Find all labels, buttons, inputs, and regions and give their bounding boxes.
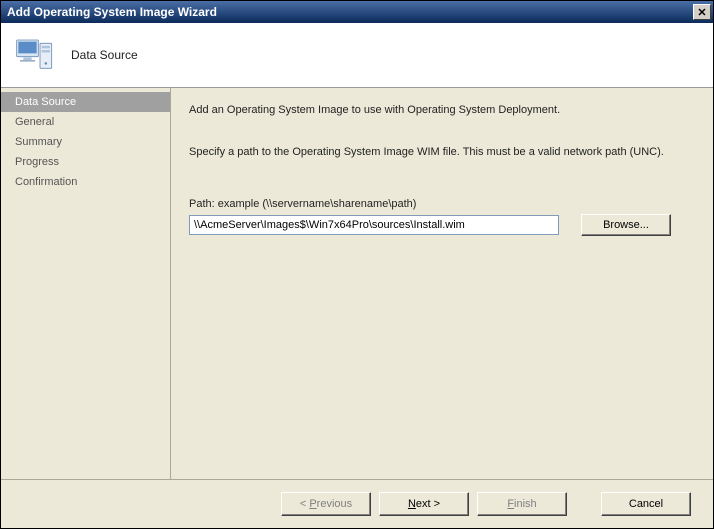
wizard-window: Add Operating System Image Wizard ✕ Data…: [0, 0, 714, 529]
titlebar: Add Operating System Image Wizard ✕: [1, 1, 713, 23]
intro-text: Add an Operating System Image to use wit…: [189, 104, 689, 116]
sidebar: Data Source General Summary Progress Con…: [1, 88, 171, 479]
sidebar-item-general[interactable]: General: [1, 112, 170, 132]
sidebar-item-confirmation[interactable]: Confirmation: [1, 172, 170, 192]
path-row: Browse...: [189, 214, 689, 236]
sidebar-item-label: Summary: [15, 136, 62, 148]
sidebar-item-progress[interactable]: Progress: [1, 152, 170, 172]
path-label: Path: example (\\servername\sharename\pa…: [189, 198, 689, 210]
browse-button[interactable]: Browse...: [581, 214, 671, 236]
sidebar-item-label: Data Source: [15, 96, 76, 108]
sidebar-item-data-source[interactable]: Data Source: [1, 92, 170, 112]
page-title: Data Source: [71, 48, 138, 62]
sidebar-item-label: Confirmation: [15, 176, 77, 188]
window-title: Add Operating System Image Wizard: [7, 5, 693, 19]
path-input[interactable]: [189, 215, 559, 235]
sidebar-item-label: General: [15, 116, 54, 128]
instruction-text: Specify a path to the Operating System I…: [189, 146, 689, 158]
content-panel: Add an Operating System Image to use wit…: [171, 88, 713, 479]
cancel-button[interactable]: Cancel: [601, 492, 691, 516]
finish-button: Finish: [477, 492, 567, 516]
browse-button-label: Browse...: [603, 219, 649, 231]
wizard-body: Data Source General Summary Progress Con…: [1, 88, 713, 479]
sidebar-item-label: Progress: [15, 156, 59, 168]
close-button[interactable]: ✕: [693, 4, 711, 20]
header-banner: Data Source: [1, 23, 713, 88]
previous-button: < Previous: [281, 492, 371, 516]
next-button[interactable]: Next >: [379, 492, 469, 516]
wizard-footer: < Previous Next > Finish Cancel: [1, 479, 713, 528]
sidebar-item-summary[interactable]: Summary: [1, 132, 170, 152]
computer-icon: [15, 35, 55, 75]
